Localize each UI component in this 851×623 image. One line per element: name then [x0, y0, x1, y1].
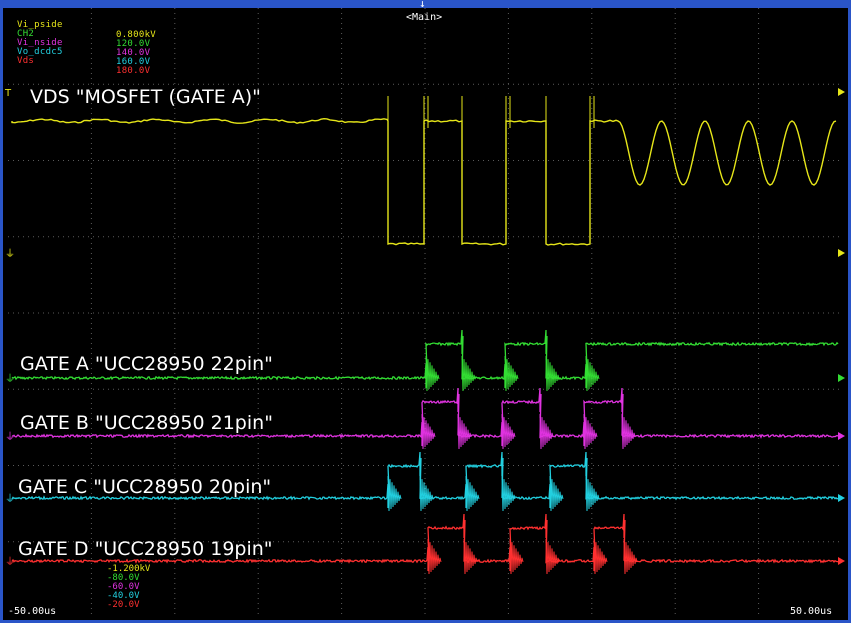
vds-trace: [11, 117, 837, 246]
ch5-ground-marker: ⏚: [5, 556, 15, 568]
main-window-tab[interactable]: <Main>: [406, 12, 442, 23]
gate-c-annotation: GATE C "UCC28950 20pin": [18, 476, 272, 498]
gate-d-trace-ring: [509, 538, 524, 575]
vds-annotation: VDS "MOSFET (GATE A)": [30, 86, 261, 108]
ch3-ground-marker: ⏚: [5, 431, 15, 443]
gate-b-trace-ring: [539, 413, 554, 450]
gate-c-trace-ring: [585, 475, 600, 512]
gate-d-trace-ring: [427, 538, 442, 575]
ch1-ground-marker-right: [838, 249, 845, 257]
gate-a-trace-ring: [545, 355, 560, 392]
trigger-level-marker: T: [4, 88, 12, 99]
gate-b-trace-ring: [621, 413, 636, 450]
time-start-label: -50.00us: [8, 606, 57, 617]
legend-value: 180.0V: [116, 66, 151, 76]
oscilloscope-screen: T ⏚ ⏚ ⏚ ⏚ ⏚ ↓ <Main> Vi_pside 0.800kV CH2 120…: [0, 0, 851, 623]
ch3-ground-marker-right: [838, 432, 845, 440]
gate-b-trace-ring: [421, 413, 436, 450]
ch4-ground-marker-right: [838, 494, 845, 502]
gate-b-trace-ring: [583, 413, 598, 450]
legend-name: Vds: [17, 56, 35, 66]
gate-a-annotation: GATE A "UCC28950 22pin": [20, 353, 273, 375]
scale-offset-ch5: -20.0V: [107, 600, 140, 610]
gate-c-trace-ring: [549, 475, 564, 512]
ch4-ground-marker: ⏚: [5, 493, 15, 505]
gate-b-annotation: GATE B "UCC28950 21pin": [20, 412, 273, 434]
gate-c-trace-ring: [501, 475, 516, 512]
gate-d-annotation: GATE D "UCC28950 19pin": [18, 538, 273, 560]
ch1-ground-marker: ⏚: [5, 248, 15, 260]
gate-d-trace-ring: [593, 538, 608, 575]
left-frame-bar: [0, 0, 3, 623]
ch2-ground-marker: ⏚: [5, 373, 15, 385]
gate-d-trace-ring: [623, 538, 638, 575]
gate-d-trace-ring: [463, 538, 478, 575]
gate-a-trace-ring: [585, 355, 600, 392]
ch5-ground-marker-right: [838, 557, 845, 565]
gate-b-trace-ring: [457, 413, 472, 450]
trigger-level-marker-right: [838, 88, 845, 96]
gate-d-trace-ring: [545, 538, 560, 575]
time-end-label: 50.00us: [790, 606, 833, 617]
trigger-position-icon[interactable]: ↓: [419, 0, 426, 10]
gate-a-trace-ring: [504, 355, 519, 392]
gate-c-trace-ring: [465, 475, 480, 512]
gate-a-trace-ring: [461, 355, 476, 392]
gate-c-trace-ring: [387, 475, 402, 512]
gate-a-trace-ring: [425, 355, 440, 392]
gate-c-trace-ring: [419, 475, 434, 512]
legend-row-ch5[interactable]: Vds 180.0V: [0, 46, 150, 86]
ch2-ground-marker-right: [838, 374, 845, 382]
